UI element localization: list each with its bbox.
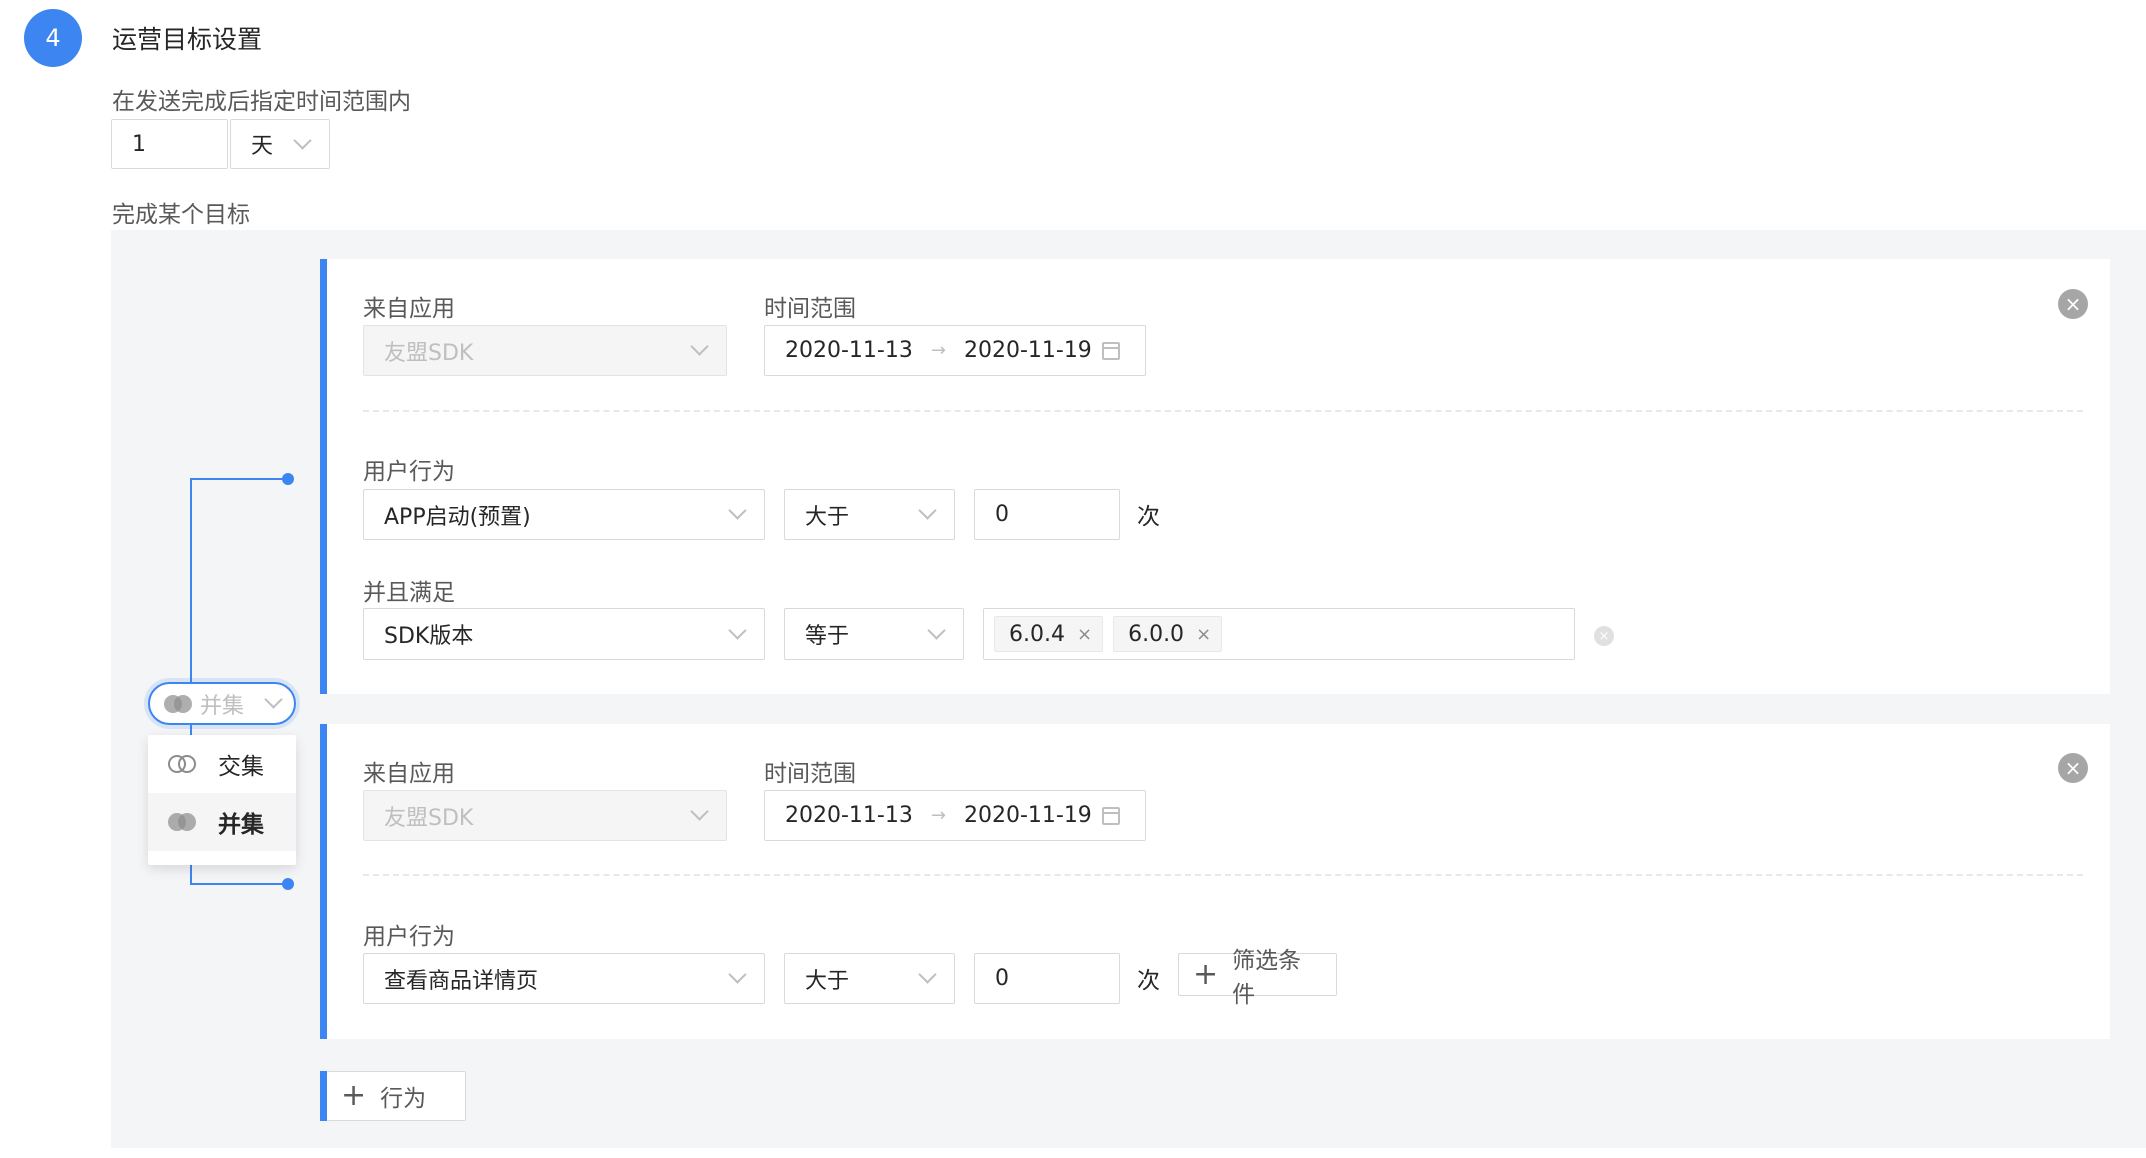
app-label: 来自应用 <box>363 296 455 322</box>
plus-icon: + <box>1193 956 1219 992</box>
count-input-value: 0 <box>995 502 1009 527</box>
time-window-value: 1 <box>132 131 146 157</box>
filter-label: 并且满足 <box>363 580 455 606</box>
chevron-down-icon <box>918 965 937 984</box>
chevron-down-icon <box>728 501 747 520</box>
behavior-select-value: 查看商品详情页 <box>384 968 539 994</box>
app-select-value: 友盟SDK <box>384 340 474 366</box>
connector-dot-top <box>282 473 294 485</box>
date-start: 2020-11-13 <box>785 803 913 828</box>
count-unit: 次 <box>1137 504 1160 530</box>
logic-dropdown-menu: 交集 并集 <box>148 735 296 865</box>
filter-field-select[interactable]: SDK版本 <box>363 608 765 660</box>
filter-field-value: SDK版本 <box>384 624 474 649</box>
time-range-label: 时间范围 <box>764 761 856 787</box>
behavior-label: 用户行为 <box>363 924 455 950</box>
date-range-picker[interactable]: 2020-11-13 → 2020-11-19 <box>764 790 1146 841</box>
filter-value-multiselect[interactable]: 6.0.4 × 6.0.0 × <box>983 608 1575 660</box>
operator-select[interactable]: 大于 <box>784 953 955 1004</box>
app-select: 友盟SDK <box>363 325 727 376</box>
step-number-badge: 4 <box>24 9 82 67</box>
behavior-label: 用户行为 <box>363 459 455 485</box>
filter-tag: 6.0.4 × <box>994 616 1104 652</box>
count-input-value: 0 <box>995 966 1009 991</box>
chevron-down-icon <box>927 620 946 640</box>
add-behavior-button[interactable]: + 行为 <box>327 1071 466 1121</box>
goal-block-2-accent <box>320 724 327 1039</box>
calendar-icon <box>1101 806 1120 825</box>
chevron-down-icon <box>728 620 747 640</box>
logic-option-label: 交集 <box>218 754 264 780</box>
time-unit-select[interactable]: 天 <box>230 119 330 169</box>
add-behavior-accent <box>320 1071 327 1121</box>
filter-tag-label: 6.0.0 <box>1128 621 1185 647</box>
app-label: 来自应用 <box>363 761 455 787</box>
behavior-select-value: APP启动(预置) <box>384 504 531 530</box>
connector-branch-bottom <box>190 883 288 885</box>
logic-option-intersection[interactable]: 交集 <box>148 735 296 793</box>
chevron-down-icon <box>264 690 283 709</box>
plus-icon: + <box>341 1078 367 1113</box>
step-title: 运营目标设置 <box>112 25 263 54</box>
filter-operator-value: 等于 <box>805 624 850 649</box>
count-input[interactable]: 0 <box>974 489 1120 540</box>
chevron-down-icon <box>293 130 312 150</box>
block-2-divider <box>363 874 2083 876</box>
arrow-right-icon: → <box>930 805 946 826</box>
operator-select[interactable]: 大于 <box>784 489 955 540</box>
chevron-down-icon <box>728 965 747 984</box>
intersection-icon <box>168 755 196 773</box>
logic-operator-select[interactable]: 并集 <box>148 682 296 725</box>
logic-selected-value: 并集 <box>200 693 245 719</box>
connector-dot-bottom <box>282 878 294 890</box>
date-end: 2020-11-19 <box>963 338 1092 363</box>
remove-filter-button[interactable]: × <box>1594 626 1614 646</box>
count-unit: 次 <box>1137 968 1160 994</box>
remove-block-2-button[interactable]: × <box>2058 753 2088 783</box>
operator-select-value: 大于 <box>805 968 850 994</box>
block-1-divider <box>363 410 2083 412</box>
add-behavior-label: 行为 <box>380 1086 427 1112</box>
close-icon[interactable]: × <box>1196 624 1211 645</box>
chevron-down-icon <box>690 337 709 356</box>
count-input[interactable]: 0 <box>974 953 1120 1004</box>
behavior-select[interactable]: 查看商品详情页 <box>363 953 765 1004</box>
close-icon: × <box>1598 628 1610 644</box>
filter-tag: 6.0.0 × <box>1113 616 1223 652</box>
add-filter-label: 筛选条件 <box>1232 947 1302 1008</box>
union-icon <box>168 813 196 831</box>
time-unit-value: 天 <box>251 134 274 159</box>
app-select: 友盟SDK <box>363 790 727 841</box>
filter-tag-label: 6.0.4 <box>1009 621 1065 647</box>
close-icon: × <box>2064 756 2082 780</box>
add-filter-button[interactable]: + 筛选条件 <box>1178 948 1337 1008</box>
close-icon[interactable]: × <box>1077 624 1092 645</box>
operator-select-value: 大于 <box>805 504 850 530</box>
filter-operator-select[interactable]: 等于 <box>784 608 964 660</box>
time-range-label: 时间范围 <box>764 296 856 322</box>
goal-label: 完成某个目标 <box>112 202 250 228</box>
calendar-icon <box>1101 341 1120 360</box>
remove-block-1-button[interactable]: × <box>2058 289 2088 319</box>
union-icon <box>164 694 192 713</box>
time-window-label: 在发送完成后指定时间范围内 <box>112 89 411 115</box>
step-number: 4 <box>45 24 61 52</box>
goal-block-1-accent <box>320 259 327 694</box>
behavior-select[interactable]: APP启动(预置) <box>363 489 765 540</box>
date-start: 2020-11-13 <box>785 338 913 363</box>
chevron-down-icon <box>918 501 937 520</box>
connector-line-top <box>190 478 192 696</box>
arrow-right-icon: → <box>930 340 946 361</box>
time-window-input[interactable]: 1 <box>111 119 228 169</box>
logic-option-label: 并集 <box>218 812 264 838</box>
close-icon: × <box>2064 292 2082 316</box>
connector-branch-top <box>190 478 288 480</box>
date-range-picker[interactable]: 2020-11-13 → 2020-11-19 <box>764 325 1146 376</box>
chevron-down-icon <box>690 802 709 821</box>
date-end: 2020-11-19 <box>963 803 1092 828</box>
logic-option-union[interactable]: 并集 <box>148 793 296 851</box>
app-select-value: 友盟SDK <box>384 805 474 831</box>
